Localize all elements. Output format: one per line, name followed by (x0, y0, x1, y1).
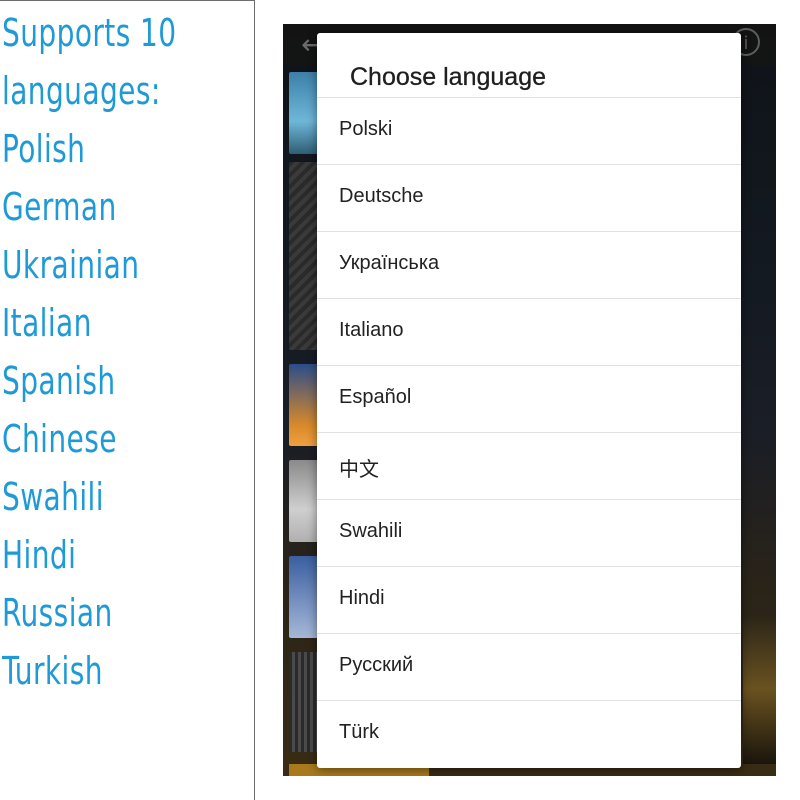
wallpaper-thumbnail (289, 556, 319, 638)
promo-line: Italian (2, 301, 92, 345)
wallpaper-thumbnail (289, 364, 319, 446)
language-label: Türk (339, 721, 379, 743)
promo-line: Hindi (2, 533, 77, 577)
wallpaper-thumbnail (289, 652, 319, 752)
background-scenery (743, 614, 776, 764)
wallpaper-thumbnail (289, 162, 319, 350)
promo-line: languages: (2, 69, 161, 113)
promo-line: Chinese (2, 417, 117, 461)
promo-line: Supports 10 (2, 11, 177, 55)
language-option-italiano[interactable]: Italiano (317, 298, 741, 365)
language-option-chinese[interactable]: 中文 (317, 432, 741, 499)
language-option-hindi[interactable]: Hindi (317, 566, 741, 633)
promo-line: Swahili (2, 475, 104, 519)
promo-line: Spanish (2, 359, 116, 403)
promo-line: German (2, 185, 117, 229)
language-label: Українська (339, 252, 440, 274)
dialog-title: Choose language (350, 63, 546, 91)
feature-text-panel: Supports 10 languages: Polish German Ukr… (0, 0, 255, 800)
language-option-turkish[interactable]: Türk (317, 700, 741, 767)
language-option-polski[interactable]: Polski (317, 97, 741, 164)
language-label: Polski (339, 118, 393, 140)
language-label: 中文 (339, 459, 379, 481)
language-option-ukrainian[interactable]: Українська (317, 231, 741, 298)
wallpaper-thumbnail (289, 72, 319, 154)
language-option-espanol[interactable]: Español (317, 365, 741, 432)
language-label: Español (339, 386, 412, 408)
language-label: Hindi (339, 587, 385, 609)
promo-line: Polish (2, 127, 86, 171)
wallpaper-thumbnail (289, 460, 319, 542)
language-label: Русский (339, 654, 414, 676)
promo-line: Ukrainian (2, 243, 140, 287)
language-label: Deutsche (339, 185, 424, 207)
language-option-swahili[interactable]: Swahili (317, 499, 741, 566)
language-label: Swahili (339, 520, 403, 542)
choose-language-dialog: Choose language Polski Deutsche Українсь… (317, 33, 741, 768)
language-option-russian[interactable]: Русский (317, 633, 741, 700)
promo-line: Turkish (2, 649, 103, 693)
promo-line: Russian (2, 591, 113, 635)
language-option-deutsche[interactable]: Deutsche (317, 164, 741, 231)
app-listing-page: Supports 10 languages: Polish German Ukr… (0, 0, 800, 800)
phone-screenshot: ← i Choose language Polski Deutsche Укра… (283, 24, 776, 776)
language-label: Italiano (339, 319, 404, 341)
language-list: Polski Deutsche Українська Italiano Espa… (317, 97, 741, 767)
